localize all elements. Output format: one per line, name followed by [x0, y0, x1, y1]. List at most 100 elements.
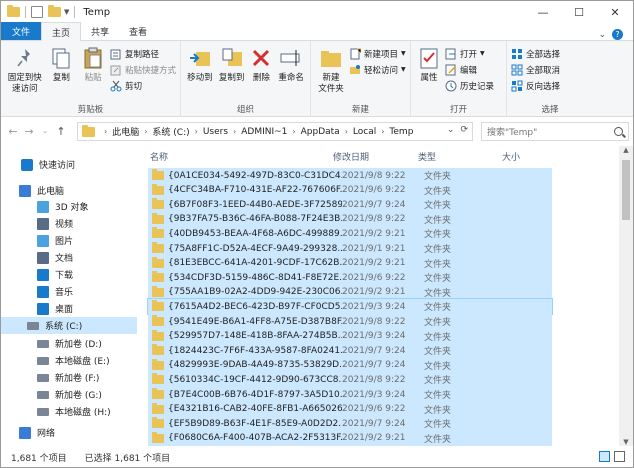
breadcrumb-item[interactable]: Local [353, 127, 376, 137]
large-icons-view-icon[interactable] [614, 451, 625, 462]
edit-button[interactable]: 编辑 [445, 62, 494, 77]
column-header-type[interactable]: 类型 [418, 146, 436, 166]
table-row[interactable]: {529957D7-148E-418B-8FAA-274B5B... 2021/9… [148, 328, 552, 344]
breadcrumb-item[interactable]: Users [203, 127, 228, 137]
select-none-button[interactable]: 全部取消 [511, 62, 560, 77]
properties-icon[interactable] [31, 6, 43, 18]
chevron-down-icon[interactable]: ⌄ [447, 125, 455, 135]
sidebar-item[interactable]: 新加卷 (F:) [1, 369, 137, 386]
file-name: {9541E49E-B6A1-4FF8-A75E-D387B8F... [168, 316, 342, 327]
sidebar-item[interactable]: 网络 [1, 424, 137, 441]
chevron-right-icon[interactable]: › [233, 127, 236, 136]
minimize-button[interactable]: — [525, 1, 561, 23]
sidebar-item[interactable]: 本地磁盘 (H:) [1, 403, 137, 420]
column-header-name[interactable]: 名称 [150, 146, 168, 166]
copy-path-button[interactable]: 复制路径 [110, 46, 176, 61]
column-header-date[interactable]: 修改日期 [333, 146, 369, 166]
file-type: 文件夹 [424, 420, 452, 431]
folder-icon [152, 344, 164, 356]
invert-selection-button[interactable]: 反向选择 [511, 78, 560, 93]
sidebar-item[interactable]: 下载 [1, 266, 137, 283]
sidebar-item[interactable]: 图片 [1, 232, 137, 249]
sidebar-item[interactable]: 文档 [1, 249, 137, 266]
breadcrumb-item[interactable]: Temp [389, 127, 413, 137]
scroll-down-icon[interactable]: ▼ [619, 438, 633, 446]
sidebar-item[interactable]: 系统 (C:) [1, 317, 137, 334]
recent-chevron-icon[interactable]: ⌄ [37, 127, 53, 135]
new-item-button[interactable]: 新建项目 ▼ [349, 46, 406, 61]
chevron-down-icon[interactable]: ⌄ [598, 30, 606, 40]
window-title: Temp [83, 6, 111, 18]
chevron-down-icon[interactable]: ▼ [64, 8, 69, 16]
tab-share[interactable]: 共享 [81, 22, 119, 40]
maximize-button[interactable]: ☐ [561, 1, 597, 23]
file-type: 文件夹 [424, 361, 452, 372]
chevron-right-icon[interactable]: › [381, 127, 384, 136]
up-button[interactable]: ↑ [53, 125, 69, 138]
close-button[interactable]: ✕ [597, 1, 633, 23]
search-input[interactable]: 搜索"Temp" [481, 122, 629, 141]
table-row[interactable]: {534CDF3D-5159-486C-8D41-F8E72E... 2021/9… [148, 270, 552, 286]
address-bar[interactable]: › 此电脑 › 系统 (C:) › Users › ADMINI~1 › AppData › Loc… [77, 122, 473, 141]
open-button[interactable]: 打开 ▼ [445, 46, 494, 61]
tab-view[interactable]: 查看 [119, 22, 157, 40]
sidebar-item[interactable]: 3D 对象 [1, 198, 137, 215]
sidebar-item[interactable]: 视频 [1, 215, 137, 232]
file-date: 2021/9/8 9:22 [342, 170, 406, 181]
forward-button[interactable]: → [21, 125, 37, 138]
file-name: {534CDF3D-5159-486C-8D41-F8E72E... [168, 272, 342, 283]
cut-button[interactable]: 剪切 [110, 78, 176, 93]
chevron-right-icon[interactable]: › [292, 127, 295, 136]
sidebar-item[interactable]: 桌面 [1, 300, 137, 317]
folder-icon [152, 285, 164, 297]
tab-home[interactable]: 主页 [41, 22, 82, 41]
sidebar-item[interactable]: 新加卷 (G:) [1, 386, 137, 403]
table-row[interactable]: {B7E4C00B-6B76-4D1F-8797-3A5D10... 2021/9… [148, 387, 552, 402]
table-row[interactable]: {40DB9453-BEAA-4F68-A6DC-499889... 2021/9… [148, 226, 552, 242]
table-row[interactable]: {7615A4D2-BEC6-423D-B97F-CF0CD5... 2021/9… [147, 298, 553, 316]
table-row[interactable]: {6B7F08F3-1EED-44B0-AEDE-3F72589... 2021/… [148, 197, 552, 213]
easy-access-button[interactable]: 轻松访问 ▼ [349, 62, 406, 77]
back-button[interactable]: ← [5, 125, 21, 138]
table-row[interactable]: {EF5B9D89-B63F-4E1F-85E9-A0D2D2... 2021/9… [148, 416, 552, 432]
table-row[interactable]: {4CFC34BA-F710-431E-AF22-767606F... 2021/… [148, 182, 552, 198]
details-view-icon[interactable] [599, 451, 610, 462]
paste-shortcut-button[interactable]: 粘贴快捷方式 [110, 62, 176, 77]
table-row[interactable]: {E4321B16-CAB2-40FE-8FB1-A665026... 2021/… [148, 401, 552, 417]
history-button[interactable]: 历史记录 [445, 78, 494, 93]
table-row[interactable]: {0A1CE034-5492-497D-83C0-C31DC4... 2021/9… [148, 168, 552, 183]
sidebar-item[interactable]: 音乐 [1, 283, 137, 300]
sidebar-item[interactable]: 此电脑 [1, 182, 137, 199]
scroll-up-icon[interactable]: ▲ [619, 146, 633, 154]
sidebar-item[interactable]: 本地磁盘 (E:) [1, 352, 137, 369]
breadcrumb-item[interactable]: 此电脑 [112, 125, 139, 138]
table-row[interactable]: {F0680C6A-F400-407B-ACA2-2F5313F... 2021/… [148, 430, 552, 446]
sidebar-item[interactable]: 新加卷 (D:) [1, 335, 137, 352]
sidebar-item[interactable]: 快速访问 [1, 156, 137, 173]
table-row[interactable]: {755AA1B9-02A2-4DD9-942E-230C06... 2021/9… [148, 284, 552, 300]
sidebar-item-label: 新加卷 (G:) [55, 391, 102, 401]
copy-label: 复制 [52, 73, 70, 83]
help-icon[interactable]: ? [612, 29, 623, 40]
breadcrumb-item[interactable]: ADMINI~1 [241, 127, 287, 137]
table-row[interactable]: {5610334C-19CF-4412-9D90-673CC8... 2021/9… [148, 372, 552, 388]
table-row[interactable]: {75A8FF1C-D52A-4ECF-9A49-299328... 2021/9… [148, 241, 552, 256]
table-row[interactable]: {1824423C-7F6F-433A-9587-8FA0241... 2021/… [148, 343, 552, 359]
select-all-button[interactable]: 全部选择 [511, 46, 560, 61]
breadcrumb-item[interactable]: 系统 (C:) [152, 125, 189, 138]
column-header-size[interactable]: 大小 [502, 146, 520, 166]
tab-file[interactable]: 文件 [1, 22, 42, 40]
table-row[interactable]: {4829993E-9DAB-4A49-8735-53829D... 2021/9… [148, 357, 552, 373]
chevron-right-icon[interactable]: › [144, 127, 147, 136]
table-row[interactable]: {9541E49E-B6A1-4FF8-A75E-D387B8F... 2021/… [148, 314, 552, 329]
new-folder-icon[interactable] [48, 5, 61, 17]
breadcrumb-item[interactable]: AppData [301, 127, 340, 137]
chevron-right-icon[interactable]: › [195, 127, 198, 136]
vertical-scrollbar[interactable]: ▲ ▼ [619, 146, 633, 446]
file-date: 2021/9/8 9:22 [342, 374, 406, 385]
scroll-thumb[interactable] [622, 160, 630, 220]
refresh-icon[interactable]: ⟳ [460, 125, 468, 135]
table-row[interactable]: {81E3EBCC-641A-4201-9CDF-17C62B... 2021/9… [148, 255, 552, 271]
table-row[interactable]: {9B37FA75-B36C-46FA-B088-7F24E3B... 2021/… [148, 211, 552, 227]
chevron-right-icon[interactable]: › [345, 127, 348, 136]
